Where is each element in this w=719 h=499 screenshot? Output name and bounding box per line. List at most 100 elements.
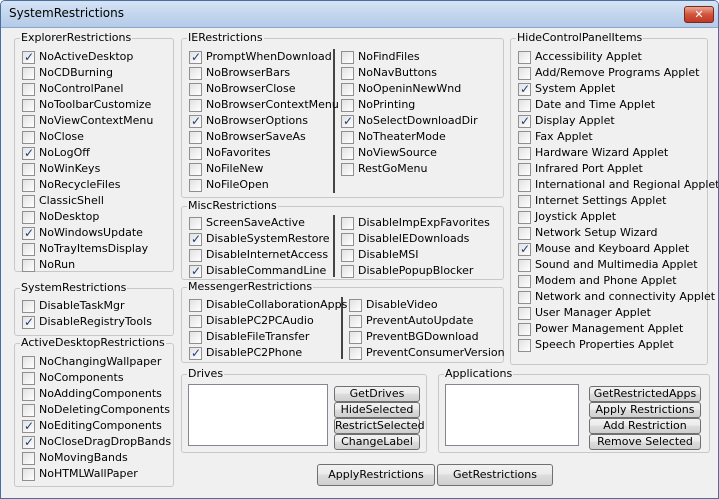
checkbox-box[interactable] — [22, 372, 35, 385]
checkbox-label: Speech Properties Applet — [535, 338, 674, 351]
drives-group: Drives GetDrives HideSelected RestrictSe… — [181, 367, 427, 453]
checkbox-box[interactable]: ✓ — [189, 232, 202, 246]
checkbox-box[interactable] — [518, 163, 531, 176]
add-restriction-button[interactable]: Add Restriction — [589, 418, 701, 434]
checkbox-box[interactable] — [22, 243, 35, 256]
checkbox-label: NoComponents — [39, 371, 124, 384]
checkbox-box[interactable]: ✓ — [341, 114, 354, 128]
checkbox-box[interactable] — [349, 315, 362, 328]
checkbox-box[interactable] — [189, 67, 202, 80]
checkbox-box[interactable] — [22, 404, 35, 417]
checkbox-box[interactable] — [189, 99, 202, 112]
checkbox-box[interactable] — [341, 131, 354, 144]
checkbox-label: NoBrowserOptions — [206, 114, 308, 127]
checkbox-box[interactable]: ✓ — [189, 346, 202, 360]
checkbox-box[interactable]: ✓ — [518, 82, 531, 96]
checkbox-box[interactable] — [189, 147, 202, 160]
checkbox-box[interactable] — [189, 83, 202, 96]
checkbox-box[interactable] — [22, 67, 35, 80]
checkbox-box[interactable]: ✓ — [22, 226, 35, 240]
change-label-button[interactable]: ChangeLabel — [334, 434, 420, 450]
checkbox-box[interactable]: ✓ — [518, 114, 531, 128]
checkbox-box[interactable] — [518, 211, 531, 224]
checkbox-box[interactable] — [22, 131, 35, 144]
apply-restrictions-app-button[interactable]: Apply Restrictions — [589, 402, 701, 418]
checkbox-label: NoFileNew — [206, 162, 264, 175]
checkbox-box[interactable]: ✓ — [22, 435, 35, 449]
checkbox-box[interactable] — [518, 179, 531, 192]
checkbox-box[interactable] — [22, 211, 35, 224]
checkbox-box[interactable] — [189, 217, 202, 230]
checkbox-box[interactable] — [22, 300, 35, 313]
close-button[interactable]: ✕ — [684, 6, 714, 23]
checkbox-box[interactable]: ✓ — [22, 315, 35, 329]
checkbox-box[interactable] — [189, 179, 202, 192]
checkbox-box[interactable] — [341, 147, 354, 160]
checkbox-box[interactable] — [518, 259, 531, 272]
checkbox-box[interactable] — [349, 299, 362, 312]
checkbox-box[interactable]: ✓ — [22, 50, 35, 64]
checkbox-box[interactable] — [22, 388, 35, 401]
applications-listbox[interactable] — [445, 384, 579, 446]
checkbox-box[interactable]: ✓ — [189, 264, 202, 278]
checkbox-box[interactable] — [22, 163, 35, 176]
checkbox-box[interactable] — [518, 291, 531, 304]
checkbox-box[interactable] — [518, 275, 531, 288]
checkbox-box[interactable] — [189, 249, 202, 262]
checkbox-box[interactable] — [518, 99, 531, 112]
checkbox-box[interactable]: ✓ — [518, 242, 531, 256]
checkbox-box[interactable] — [22, 179, 35, 192]
checkbox-box[interactable] — [22, 468, 35, 481]
checkbox-box[interactable] — [349, 331, 362, 344]
checkbox-box[interactable] — [518, 227, 531, 240]
checkbox-box[interactable] — [189, 315, 202, 328]
checkbox-box[interactable] — [349, 347, 362, 360]
checkbox-box[interactable] — [341, 265, 354, 278]
checkbox-box[interactable] — [518, 323, 531, 336]
checkbox-box[interactable] — [518, 195, 531, 208]
checkbox-box[interactable] — [341, 249, 354, 262]
checkbox-label: NoRecycleFiles — [39, 178, 121, 191]
checkbox-box[interactable] — [518, 51, 531, 64]
checkbox-box[interactable] — [189, 331, 202, 344]
checkbox-box[interactable] — [22, 452, 35, 465]
checkbox-box[interactable] — [341, 67, 354, 80]
checkbox-box[interactable] — [341, 83, 354, 96]
checkbox-box[interactable] — [22, 115, 35, 128]
checkbox-label: Sound and Multimedia Applet — [535, 258, 698, 271]
checkbox-label: NoAddingComponents — [39, 387, 162, 400]
checkbox-box[interactable] — [341, 51, 354, 64]
checkbox-box[interactable] — [189, 163, 202, 176]
title-bar[interactable]: SystemRestrictions ✕ — [1, 1, 718, 28]
checkbox-box[interactable] — [341, 99, 354, 112]
checkbox-box[interactable] — [341, 163, 354, 176]
checkbox-box[interactable] — [341, 233, 354, 246]
checkbox-box[interactable]: ✓ — [22, 419, 35, 433]
checkbox-box[interactable] — [189, 131, 202, 144]
checkbox-label: Joystick Applet — [535, 210, 617, 223]
checkbox-box[interactable] — [189, 299, 202, 312]
checkbox-box[interactable] — [341, 217, 354, 230]
get-restricted-apps-button[interactable]: GetRestrictedApps — [589, 386, 701, 402]
remove-selected-button[interactable]: Remove Selected — [589, 434, 701, 450]
checkbox-box[interactable]: ✓ — [189, 50, 202, 64]
checkbox-box[interactable] — [518, 339, 531, 352]
apply-restrictions-button[interactable]: ApplyRestrictions — [317, 464, 435, 486]
checkbox-box[interactable] — [22, 99, 35, 112]
checkbox-box[interactable] — [518, 131, 531, 144]
checkbox-box[interactable] — [22, 195, 35, 208]
checkbox-label: Network and connectivity Applet — [535, 290, 716, 303]
checkbox-box[interactable] — [22, 356, 35, 369]
get-restrictions-button[interactable]: GetRestrictions — [437, 464, 553, 486]
checkbox-box[interactable] — [22, 259, 35, 272]
checkbox-box[interactable]: ✓ — [189, 114, 202, 128]
checkbox-box[interactable] — [518, 307, 531, 320]
checkbox-box[interactable] — [518, 147, 531, 160]
checkbox-box[interactable] — [518, 67, 531, 80]
checkbox-box[interactable] — [22, 83, 35, 96]
drives-listbox[interactable] — [188, 384, 328, 446]
restrict-selected-button[interactable]: RestrictSelected — [334, 418, 425, 434]
checkbox-box[interactable]: ✓ — [22, 146, 35, 160]
hide-selected-button[interactable]: HideSelected — [334, 402, 420, 418]
get-drives-button[interactable]: GetDrives — [334, 386, 420, 402]
